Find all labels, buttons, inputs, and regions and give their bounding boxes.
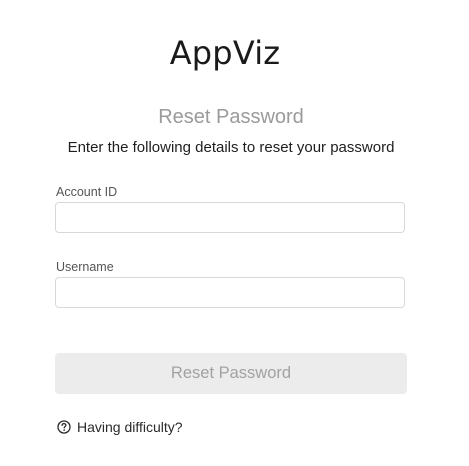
page-subheading: Enter the following details to reset you… xyxy=(67,139,395,156)
account-id-label: Account ID xyxy=(56,185,118,199)
username-input[interactable] xyxy=(55,277,405,308)
username-label: Username xyxy=(56,260,114,274)
reset-password-button[interactable]: Reset Password xyxy=(55,353,407,394)
help-link-label: Having difficulty? xyxy=(77,419,183,435)
account-id-input[interactable] xyxy=(55,202,405,233)
page-heading: Reset Password xyxy=(158,106,304,128)
help-link[interactable]: Having difficulty? xyxy=(57,419,183,435)
question-circle-icon xyxy=(57,420,71,434)
app-logo-title: AppViz xyxy=(169,34,281,72)
